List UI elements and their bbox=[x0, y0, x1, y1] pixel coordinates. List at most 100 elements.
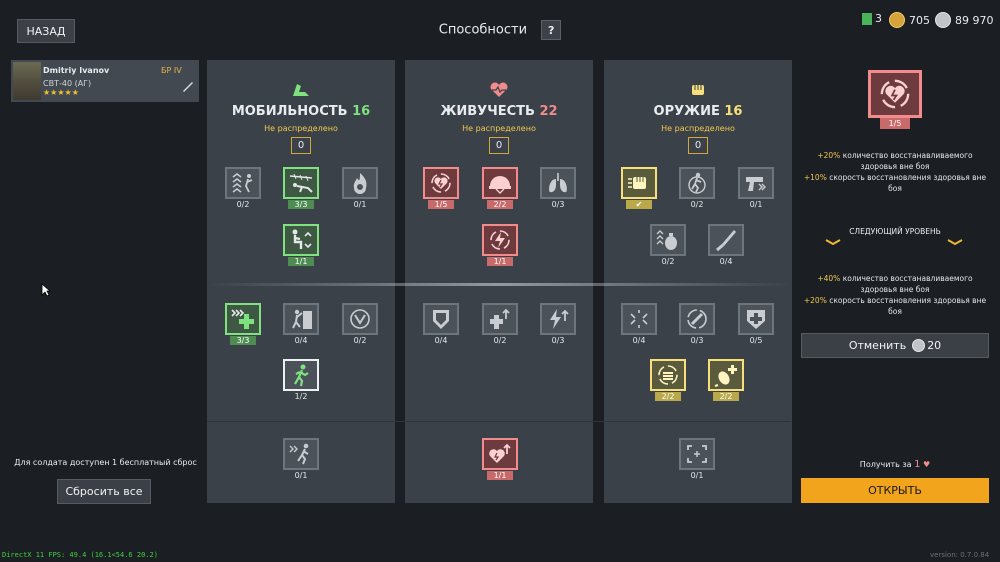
perk-run[interactable]: 1/2 bbox=[283, 359, 319, 401]
perk-extra-grenade[interactable]: 2/2 bbox=[708, 359, 744, 401]
running-man-icon bbox=[294, 364, 309, 387]
heart-regen-icon bbox=[431, 173, 451, 193]
perk-shield[interactable]: 0/4 bbox=[423, 303, 459, 345]
perk-fire-resist[interactable]: 0/1 bbox=[342, 167, 378, 209]
perk-regen-speed[interactable]: 1/1 bbox=[482, 224, 518, 266]
barbed-wire-crawl-icon bbox=[289, 173, 313, 193]
cancel-button[interactable]: Отменить 20 bbox=[801, 333, 989, 358]
reload-icon bbox=[687, 309, 707, 329]
grenade-plus-icon bbox=[714, 365, 737, 387]
open-button[interactable]: ОТКРЫТЬ bbox=[801, 478, 989, 503]
rifle-icon bbox=[181, 78, 195, 92]
perk-sprint[interactable]: 0/2 bbox=[225, 167, 261, 209]
weapon-points-box: 0 bbox=[688, 137, 708, 154]
gold-counter: 705 bbox=[889, 12, 930, 28]
perk-reload[interactable]: 0/3 bbox=[679, 303, 715, 345]
health-plus-up-icon bbox=[490, 308, 510, 329]
weapon-status: Не распределено bbox=[661, 124, 735, 133]
mobility-status: Не распределено bbox=[264, 124, 338, 133]
medkit-shield-icon bbox=[747, 310, 765, 329]
selected-perk: 1/5 bbox=[868, 70, 922, 130]
sprint-chevrons-icon bbox=[232, 173, 253, 193]
perk-jump[interactable]: 0/2 bbox=[342, 303, 378, 345]
perk-heal-speed[interactable]: 3/3 bbox=[225, 303, 261, 345]
mobility-points-box: 0 bbox=[291, 137, 311, 154]
fist-icon bbox=[692, 85, 704, 95]
crouch-stance-icon bbox=[292, 229, 312, 249]
perk-heart-up[interactable]: 1/1 bbox=[482, 438, 518, 480]
throw-run-icon bbox=[688, 172, 706, 194]
page-title-bar: Способности ? bbox=[0, 20, 1000, 40]
chevron-down-icon bbox=[947, 230, 963, 246]
heart-icon: ♥ bbox=[923, 460, 931, 469]
perk-health-up[interactable]: 0/2 bbox=[482, 303, 518, 345]
selected-perk-level: 1/5 bbox=[880, 118, 910, 129]
soldier-weapon: СВТ-40 (АГ) bbox=[43, 79, 92, 88]
perk-stance-switch[interactable]: 1/1 bbox=[283, 224, 319, 266]
helmet-icon bbox=[489, 176, 511, 194]
gem-counter: 3 bbox=[862, 12, 882, 25]
get-for-label: Получить за 1 ♥ bbox=[859, 459, 931, 470]
regen-lightning-icon bbox=[490, 230, 510, 250]
page-title: Способности bbox=[438, 22, 528, 38]
silver-coin-icon bbox=[935, 12, 951, 28]
mobility-icon bbox=[293, 84, 309, 96]
pistol-icon bbox=[746, 177, 766, 191]
heart-up-icon bbox=[489, 443, 511, 463]
perk-stamina-up[interactable]: 0/3 bbox=[540, 303, 576, 345]
scan-frame-icon bbox=[687, 445, 707, 463]
perk-knife[interactable]: 0/4 bbox=[708, 224, 744, 266]
survivability-status: Не распределено bbox=[462, 124, 536, 133]
perk-scan[interactable]: 0/1 bbox=[679, 438, 715, 480]
soldier-rank: БР IV bbox=[161, 66, 182, 75]
survivability-column: ЖИВУЧЕСТЬ 22 Не распределено 0 bbox=[405, 60, 593, 503]
lightning-up-icon bbox=[550, 309, 569, 329]
free-reset-text: Для солдата доступен 1 бесплатный сброс bbox=[14, 458, 197, 467]
mobility-title: МОБИЛЬНОСТЬ 16 bbox=[231, 104, 371, 119]
mouse-cursor-icon bbox=[41, 282, 52, 297]
soldier-card[interactable]: Dmitriy Ivanov БР IV СВТ-40 (АГ) ★★★★★ bbox=[11, 60, 199, 102]
soldier-avatar bbox=[13, 62, 41, 100]
weapon-column: ОРУЖИЕ 16 Не распределено 0 bbox=[604, 60, 792, 503]
perk-melee[interactable]: ✔ bbox=[621, 167, 657, 209]
version-label: version: 0.7.0.84 bbox=[930, 551, 990, 559]
reset-all-button[interactable]: Сбросить все bbox=[57, 479, 151, 504]
next-level-header: СЛЕДУЮЩИЙ УРОВЕНЬ bbox=[801, 223, 989, 246]
gold-coin-icon bbox=[889, 12, 905, 28]
gem-icon bbox=[862, 12, 872, 25]
perk-aim-focus[interactable]: 0/4 bbox=[621, 303, 657, 345]
heart-pulse-icon bbox=[490, 82, 508, 97]
perk-throw-run[interactable]: 0/2 bbox=[679, 167, 715, 209]
perk-crawl-wire[interactable]: 3/3 bbox=[283, 167, 319, 209]
ammo-regen-icon bbox=[658, 365, 678, 385]
mobility-column: МОБИЛЬНОСТЬ 16 Не распределено 0 bbox=[207, 60, 395, 503]
heart-regen-icon bbox=[880, 79, 910, 109]
dash-run-icon bbox=[289, 443, 309, 465]
heal-speed-icon bbox=[231, 309, 254, 329]
lungs-icon bbox=[549, 173, 567, 193]
soldier-name: Dmitriy Ivanov bbox=[43, 66, 110, 75]
silver-counter: 89 970 bbox=[935, 12, 994, 28]
knife-icon bbox=[716, 230, 736, 252]
tier-divider-2 bbox=[207, 421, 791, 422]
silver-coin-icon bbox=[912, 339, 926, 352]
perk-dash[interactable]: 0/1 bbox=[283, 438, 319, 480]
perk-ammo-regen[interactable]: 2/2 bbox=[650, 359, 686, 401]
fire-icon bbox=[353, 173, 367, 194]
perk-helmet[interactable]: 2/2 bbox=[482, 167, 518, 209]
next-level-desc: +40% количество восстанавливаемого здоро… bbox=[803, 274, 987, 316]
perk-heart-regen[interactable]: 1/5 bbox=[423, 167, 459, 209]
perk-pistol[interactable]: 0/1 bbox=[738, 167, 774, 209]
perk-medkit[interactable]: 0/5 bbox=[738, 303, 774, 345]
help-button[interactable]: ? bbox=[541, 20, 562, 40]
perk-climb[interactable]: 0/4 bbox=[283, 303, 319, 345]
jump-arc-icon bbox=[350, 309, 370, 329]
focus-target-icon bbox=[630, 310, 648, 328]
perk-grenade-carry[interactable]: 0/2 bbox=[650, 224, 686, 266]
fps-counter: DirectX 11 FPS: 49.4 (16.1<54.6 20.2) bbox=[2, 551, 158, 559]
perk-lungs[interactable]: 0/3 bbox=[540, 167, 576, 209]
survivability-points-box: 0 bbox=[489, 137, 509, 154]
current-level-desc: +20% количество восстанавливаемого здоро… bbox=[803, 151, 987, 193]
soldier-stars: ★★★★★ bbox=[43, 88, 79, 97]
weapon-title: ОРУЖИЕ 16 bbox=[653, 104, 743, 119]
